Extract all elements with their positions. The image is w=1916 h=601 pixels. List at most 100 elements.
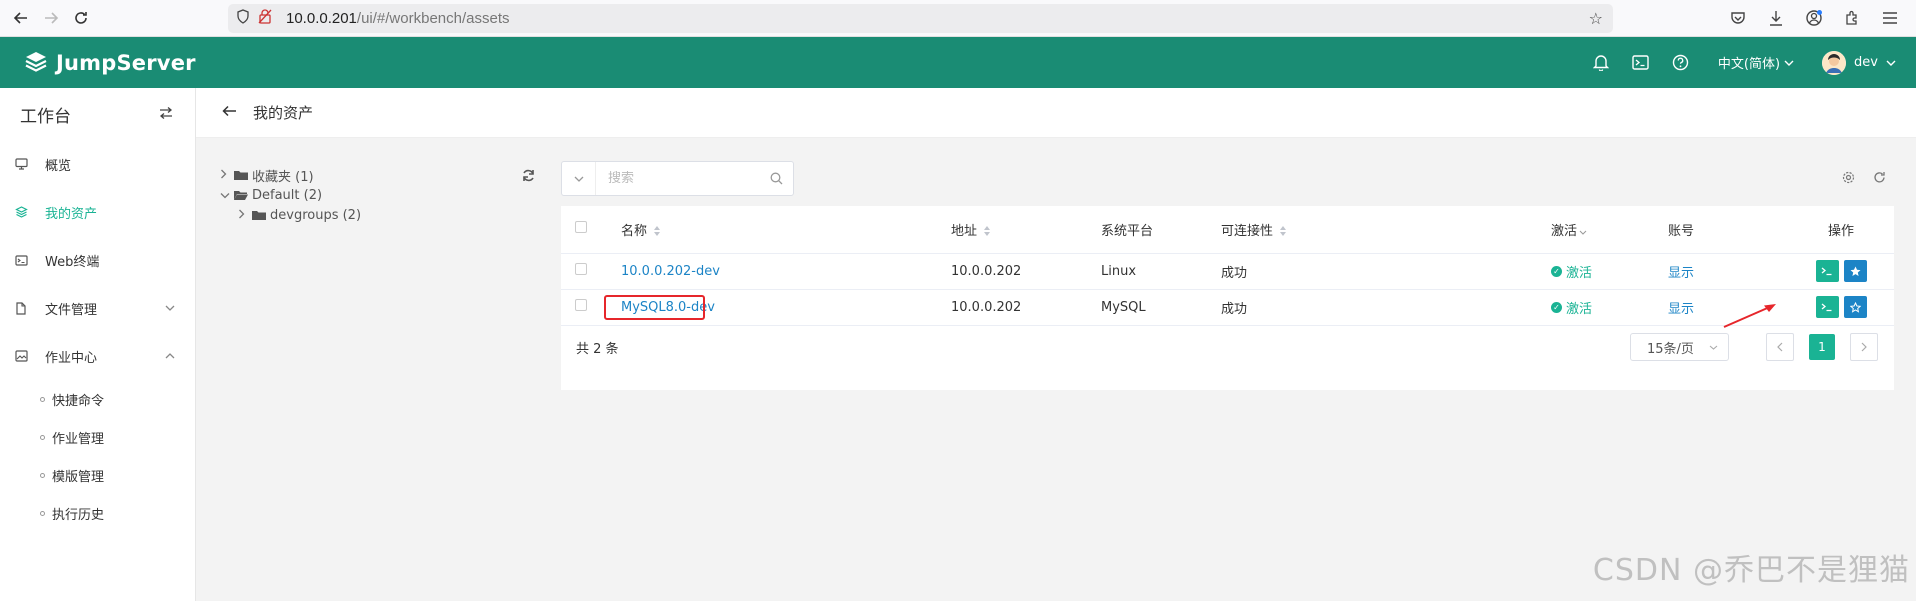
language-label: 中文(简体) [1717, 57, 1781, 72]
chevron-right-icon[interactable] [220, 169, 234, 182]
terminal-icon [15, 254, 45, 266]
search-input[interactable] [596, 171, 746, 186]
logo[interactable]: JumpServer [22, 49, 196, 77]
favorite-button[interactable] [1843, 260, 1867, 282]
pocket-icon[interactable] [1724, 4, 1752, 32]
asset-table: 名称 地址 系统平台 可连接性 激活 账号 操作 10.0.0.202-dev … [561, 206, 1894, 326]
switch-view-icon[interactable] [159, 104, 173, 124]
chevron-down-icon [574, 176, 583, 182]
sidebar-subitem-label: 快捷命令 [52, 393, 105, 409]
sidebar-subitem-quick-command[interactable]: 快捷命令 [0, 380, 195, 418]
gear-icon[interactable] [1842, 171, 1855, 188]
asset-address: 10.0.0.202 [951, 253, 1101, 290]
sort-icon[interactable] [653, 225, 661, 237]
column-label: 地址 [951, 223, 978, 239]
account-icon[interactable] [1800, 4, 1828, 32]
sidebar-item-file-management[interactable]: 文件管理 [0, 284, 195, 332]
row-checkbox[interactable] [575, 263, 587, 275]
column-label: 账号 [1668, 223, 1695, 239]
forward-icon[interactable] [36, 3, 66, 33]
tree-node-favorites[interactable]: 收藏夹 (1) [220, 165, 540, 185]
column-header-active[interactable]: 激活 [1551, 206, 1668, 254]
sidebar-subitem-label: 模版管理 [52, 469, 105, 485]
layers-icon [15, 206, 45, 218]
url-text: 10.0.0.201/ui/#/workbench/assets [286, 10, 510, 27]
column-header-account: 账号 [1668, 206, 1788, 254]
address-bar[interactable]: 10.0.0.201/ui/#/workbench/assets ☆ [228, 4, 1613, 33]
app-header: JumpServer 中文(简体) dev [0, 37, 1916, 88]
back-icon[interactable] [6, 3, 36, 33]
tree-node-default[interactable]: Default (2) [220, 185, 540, 205]
jumpserver-logo-icon [25, 51, 47, 72]
chevron-right-icon[interactable] [238, 209, 252, 222]
sort-icon[interactable] [1279, 225, 1287, 237]
chevron-down-icon [1784, 55, 1794, 70]
status-badge: ✓ 激活 [1551, 262, 1592, 281]
sidebar-item-my-assets[interactable]: 我的资产 [0, 188, 195, 236]
search-box[interactable] [561, 161, 794, 196]
prev-page-button[interactable] [1766, 333, 1794, 361]
sidebar-subitem-execution-history[interactable]: 执行历史 [0, 494, 195, 532]
chevron-down-icon [1886, 55, 1896, 70]
chevron-up-icon [165, 348, 175, 363]
bookmark-star-icon[interactable]: ☆ [1589, 9, 1603, 28]
page-title: 我的资产 [253, 104, 314, 122]
tree-node-devgroups[interactable]: devgroups (2) [220, 205, 540, 225]
search-filter-dropdown[interactable] [562, 162, 596, 195]
download-icon[interactable] [1762, 4, 1790, 32]
asset-name-link[interactable]: 10.0.0.202-dev [621, 264, 720, 279]
sidebar-subitem-label: 作业管理 [52, 431, 105, 447]
connect-terminal-button[interactable] [1815, 260, 1839, 282]
page-size-label: 15条/页 [1647, 341, 1694, 357]
total-count: 共 2 条 [576, 342, 619, 357]
sidebar-subitem-job-management[interactable]: 作业管理 [0, 418, 195, 456]
browser-toolbar: 10.0.0.201/ui/#/workbench/assets ☆ [0, 0, 1916, 37]
chevron-down-icon[interactable] [220, 189, 234, 202]
asset-tree: 收藏夹 (1) Default (2) devgroups (2) [220, 165, 540, 225]
sort-icon[interactable] [983, 225, 991, 237]
next-page-button[interactable] [1850, 333, 1878, 361]
column-header-platform: 系统平台 [1101, 206, 1221, 254]
sidebar-item-job-center[interactable]: 作业中心 [0, 332, 195, 380]
column-header-address[interactable]: 地址 [951, 206, 1101, 254]
language-selector[interactable]: 中文(简体) [1718, 53, 1794, 72]
column-header-name[interactable]: 名称 [621, 206, 951, 254]
refresh-icon[interactable] [1873, 171, 1886, 188]
check-circle-icon: ✓ [1551, 265, 1562, 277]
image-icon [15, 350, 45, 362]
monitor-icon [15, 158, 45, 170]
select-all-checkbox[interactable] [575, 221, 587, 234]
bell-icon[interactable] [1590, 52, 1612, 74]
watermark: CSDN @乔巴不是狸猫 [1592, 553, 1910, 588]
annotation-arrow [1723, 304, 1776, 328]
page-header: 我的资产 [196, 88, 1916, 138]
brand-name: JumpServer [56, 50, 196, 75]
bullet-icon [40, 510, 45, 516]
user-menu[interactable]: dev [1822, 50, 1896, 75]
show-account-link[interactable]: 显示 [1668, 266, 1694, 281]
column-label: 可连接性 [1221, 223, 1274, 239]
bullet-icon [40, 472, 45, 478]
page-size-select[interactable]: 15条/页 [1630, 333, 1729, 361]
extensions-icon[interactable] [1838, 4, 1866, 32]
sidebar-item-web-terminal[interactable]: Web终端 [0, 236, 195, 284]
sidebar-subitem-template-management[interactable]: 模版管理 [0, 456, 195, 494]
bullet-icon [40, 396, 45, 402]
table-toolbar-right [1842, 171, 1886, 188]
search-icon[interactable] [770, 172, 783, 189]
terminal-icon[interactable] [1630, 52, 1652, 74]
column-header-connectivity[interactable]: 可连接性 [1221, 206, 1551, 254]
back-arrow-icon[interactable] [222, 105, 237, 121]
user-name: dev [1854, 55, 1878, 70]
refresh-tree-icon[interactable] [522, 169, 535, 186]
help-icon[interactable] [1670, 52, 1692, 74]
menu-icon[interactable] [1876, 4, 1904, 32]
reload-icon[interactable] [66, 3, 96, 33]
sidebar-item-overview[interactable]: 概览 [0, 140, 195, 188]
page-number-button[interactable]: 1 [1809, 334, 1835, 360]
tree-node-label: devgroups (2) [270, 207, 362, 223]
filter-chevron-icon[interactable] [1579, 230, 1587, 235]
pagination: 15条/页 1 [1630, 333, 1878, 361]
insecure-lock-icon [258, 9, 280, 28]
sidebar-title: 工作台 [20, 106, 71, 127]
